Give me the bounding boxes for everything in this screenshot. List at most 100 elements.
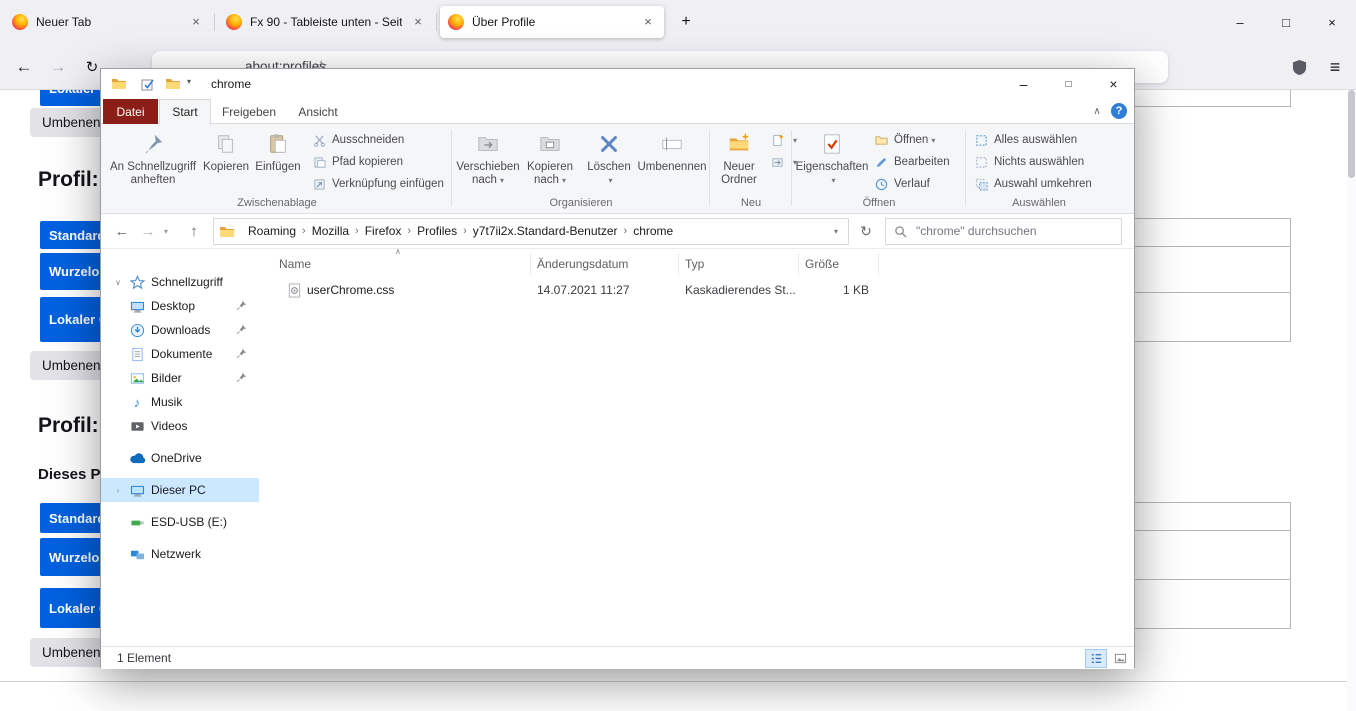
details-view-button[interactable] (1085, 649, 1107, 668)
window-maximize-button[interactable]: □ (1263, 0, 1309, 44)
sidebar-item-music[interactable]: ♪ Musik (101, 390, 259, 414)
nav-back-icon[interactable]: ← (109, 218, 135, 244)
pin-to-quick-access-button[interactable]: An Schnellzugriff anheften (107, 127, 199, 193)
breadcrumb-item[interactable]: Profiles (411, 219, 463, 244)
sidebar-item-network[interactable]: Netzwerk (101, 542, 259, 566)
new-item-button[interactable]: ▾ (769, 130, 797, 150)
sidebar-item-this-pc[interactable]: › Dieser PC (101, 478, 259, 502)
paste-button[interactable]: Einfügen (253, 127, 303, 193)
breadcrumb-item[interactable]: y7t7ii2x.Standard-Benutzer (467, 219, 624, 244)
forward-button[interactable]: → (42, 51, 74, 83)
tab-close-icon[interactable]: × (410, 14, 426, 30)
tab-close-icon[interactable]: × (640, 14, 656, 30)
ribbon-tab-datei[interactable]: Datei (103, 99, 158, 124)
tab-close-icon[interactable]: × (188, 14, 204, 30)
new-tab-button[interactable]: + (674, 10, 698, 34)
breadcrumb-item[interactable]: Firefox (359, 219, 408, 244)
new-item-icon (769, 132, 785, 148)
properties-button[interactable]: Eigenschaften ▾ (801, 127, 863, 193)
qat-customize-dropdown-icon[interactable]: ▾ (187, 77, 191, 86)
copy-button[interactable]: Kopieren (201, 127, 251, 193)
new-folder-button[interactable]: Neuer Ordner (713, 127, 765, 193)
sidebar-item-documents[interactable]: Dokumente (101, 342, 259, 366)
explorer-title-bar[interactable]: ▾ chrome – □ × (101, 69, 1134, 99)
group-label-clipboard: Zwischenablage (107, 197, 447, 209)
sidebar-item-videos[interactable]: Videos (101, 414, 259, 438)
qat-properties-icon[interactable] (141, 77, 155, 94)
invert-selection-button[interactable]: Auswahl umkehren (973, 174, 1092, 194)
edit-button[interactable]: Bearbeiten (873, 152, 950, 172)
tab-label: Fx 90 - Tableiste unten - Seite 1 (250, 15, 402, 29)
move-to-button[interactable]: Verschieben nach▾ (457, 127, 519, 193)
help-icon[interactable]: ? (1111, 103, 1127, 119)
breadcrumb-item[interactable]: Mozilla (306, 219, 355, 244)
ribbon-tab-ansicht[interactable]: Ansicht (287, 99, 349, 124)
expander-icon[interactable]: ∨ (111, 278, 125, 287)
menu-button[interactable]: ≡ (1320, 52, 1350, 82)
button-label: anheften (131, 174, 176, 187)
scrollbar-thumb[interactable] (1348, 90, 1355, 178)
file-row[interactable]: userChrome.css 14.07.2021 11:27 Kaskadie… (259, 279, 899, 303)
breadcrumb-item[interactable]: chrome (627, 219, 679, 244)
dropdown-icon: ▾ (562, 176, 566, 185)
explorer-minimize-button[interactable]: – (1001, 69, 1046, 99)
copy-to-button[interactable]: Kopieren nach▾ (521, 127, 579, 193)
tab-fx90[interactable]: Fx 90 - Tableiste unten - Seite 1 × (218, 6, 434, 38)
nav-forward-icon[interactable]: → (135, 218, 161, 244)
qat-new-folder-icon[interactable] (165, 76, 181, 95)
copy-path-button[interactable]: Pfad kopieren (311, 152, 403, 172)
tab-neuer-tab[interactable]: Neuer Tab × (4, 6, 212, 38)
button-label: Alles auswählen (994, 134, 1077, 146)
group-label-organize: Organisieren (453, 197, 709, 209)
status-bar: 1 Element (101, 646, 1134, 669)
nav-up-icon[interactable]: ↑ (181, 218, 207, 244)
pin-icon (142, 127, 164, 161)
column-header-modified[interactable]: Änderungsdatum (531, 253, 679, 275)
delete-button[interactable]: Löschen ▾ (583, 127, 635, 193)
column-header-size[interactable]: Größe (799, 253, 879, 275)
cut-button[interactable]: Ausschneiden (311, 130, 404, 150)
column-header-type[interactable]: Typ (679, 253, 799, 275)
button-label: Ordner (721, 174, 757, 187)
sidebar-item-pictures[interactable]: Bilder (101, 366, 259, 390)
history-button[interactable]: Verlauf (873, 174, 930, 194)
page-scrollbar[interactable] (1347, 90, 1356, 711)
shield-icon[interactable] (1284, 52, 1314, 82)
sidebar-item-esd-usb[interactable]: ESD-USB (E:) (101, 510, 259, 534)
expander-icon[interactable]: › (111, 486, 125, 495)
sidebar-item-downloads[interactable]: Downloads (101, 318, 259, 342)
paste-shortcut-button[interactable]: Verknüpfung einfügen (311, 174, 444, 194)
thumbnail-view-button[interactable] (1109, 649, 1131, 668)
select-all-button[interactable]: Alles auswählen (973, 130, 1077, 150)
ribbon-tab-strip: Datei Start Freigeben Ansicht ∧ ? (101, 99, 1134, 124)
explorer-maximize-button[interactable]: □ (1046, 69, 1091, 99)
address-bar[interactable]: Roaming › Mozilla › Firefox › Profiles ›… (213, 218, 849, 245)
tab-separator (214, 13, 215, 31)
back-button[interactable]: ← (8, 51, 40, 83)
button-label: nach▾ (534, 174, 566, 187)
sidebar-item-quick-access[interactable]: ∨ Schnellzugriff (101, 270, 259, 294)
window-close-button[interactable]: × (1309, 0, 1355, 44)
address-folder-icon (219, 224, 235, 243)
easy-access-button[interactable]: ▾ (769, 152, 797, 172)
explorer-close-button[interactable]: × (1091, 69, 1136, 99)
collapse-ribbon-icon[interactable]: ∧ (1087, 99, 1107, 124)
select-none-button[interactable]: Nichts auswählen (973, 152, 1084, 172)
sidebar-item-onedrive[interactable]: OneDrive (101, 446, 259, 470)
paste-icon (267, 127, 289, 161)
ribbon-tab-start[interactable]: Start (159, 99, 211, 124)
recent-locations-dropdown-icon[interactable]: ▾ (159, 218, 173, 244)
window-minimize-button[interactable]: – (1217, 0, 1263, 44)
address-dropdown-icon[interactable]: ▾ (834, 219, 838, 244)
rename-button[interactable]: Umbenennen (637, 127, 707, 193)
column-header-name[interactable]: Name (259, 253, 531, 275)
sidebar-item-desktop[interactable]: Desktop (101, 294, 259, 318)
ribbon-tab-freigeben[interactable]: Freigeben (213, 99, 285, 124)
breadcrumb-item[interactable]: Roaming (242, 219, 302, 244)
tab-ueber-profile[interactable]: Über Profile × (440, 6, 664, 38)
open-button[interactable]: Öffnen ▾ (873, 130, 935, 150)
history-icon (873, 176, 889, 192)
search-input[interactable]: "chrome" durchsuchen (885, 218, 1122, 245)
sidebar-item-label: Dokumente (151, 347, 212, 361)
refresh-icon[interactable]: ↻ (853, 218, 879, 244)
